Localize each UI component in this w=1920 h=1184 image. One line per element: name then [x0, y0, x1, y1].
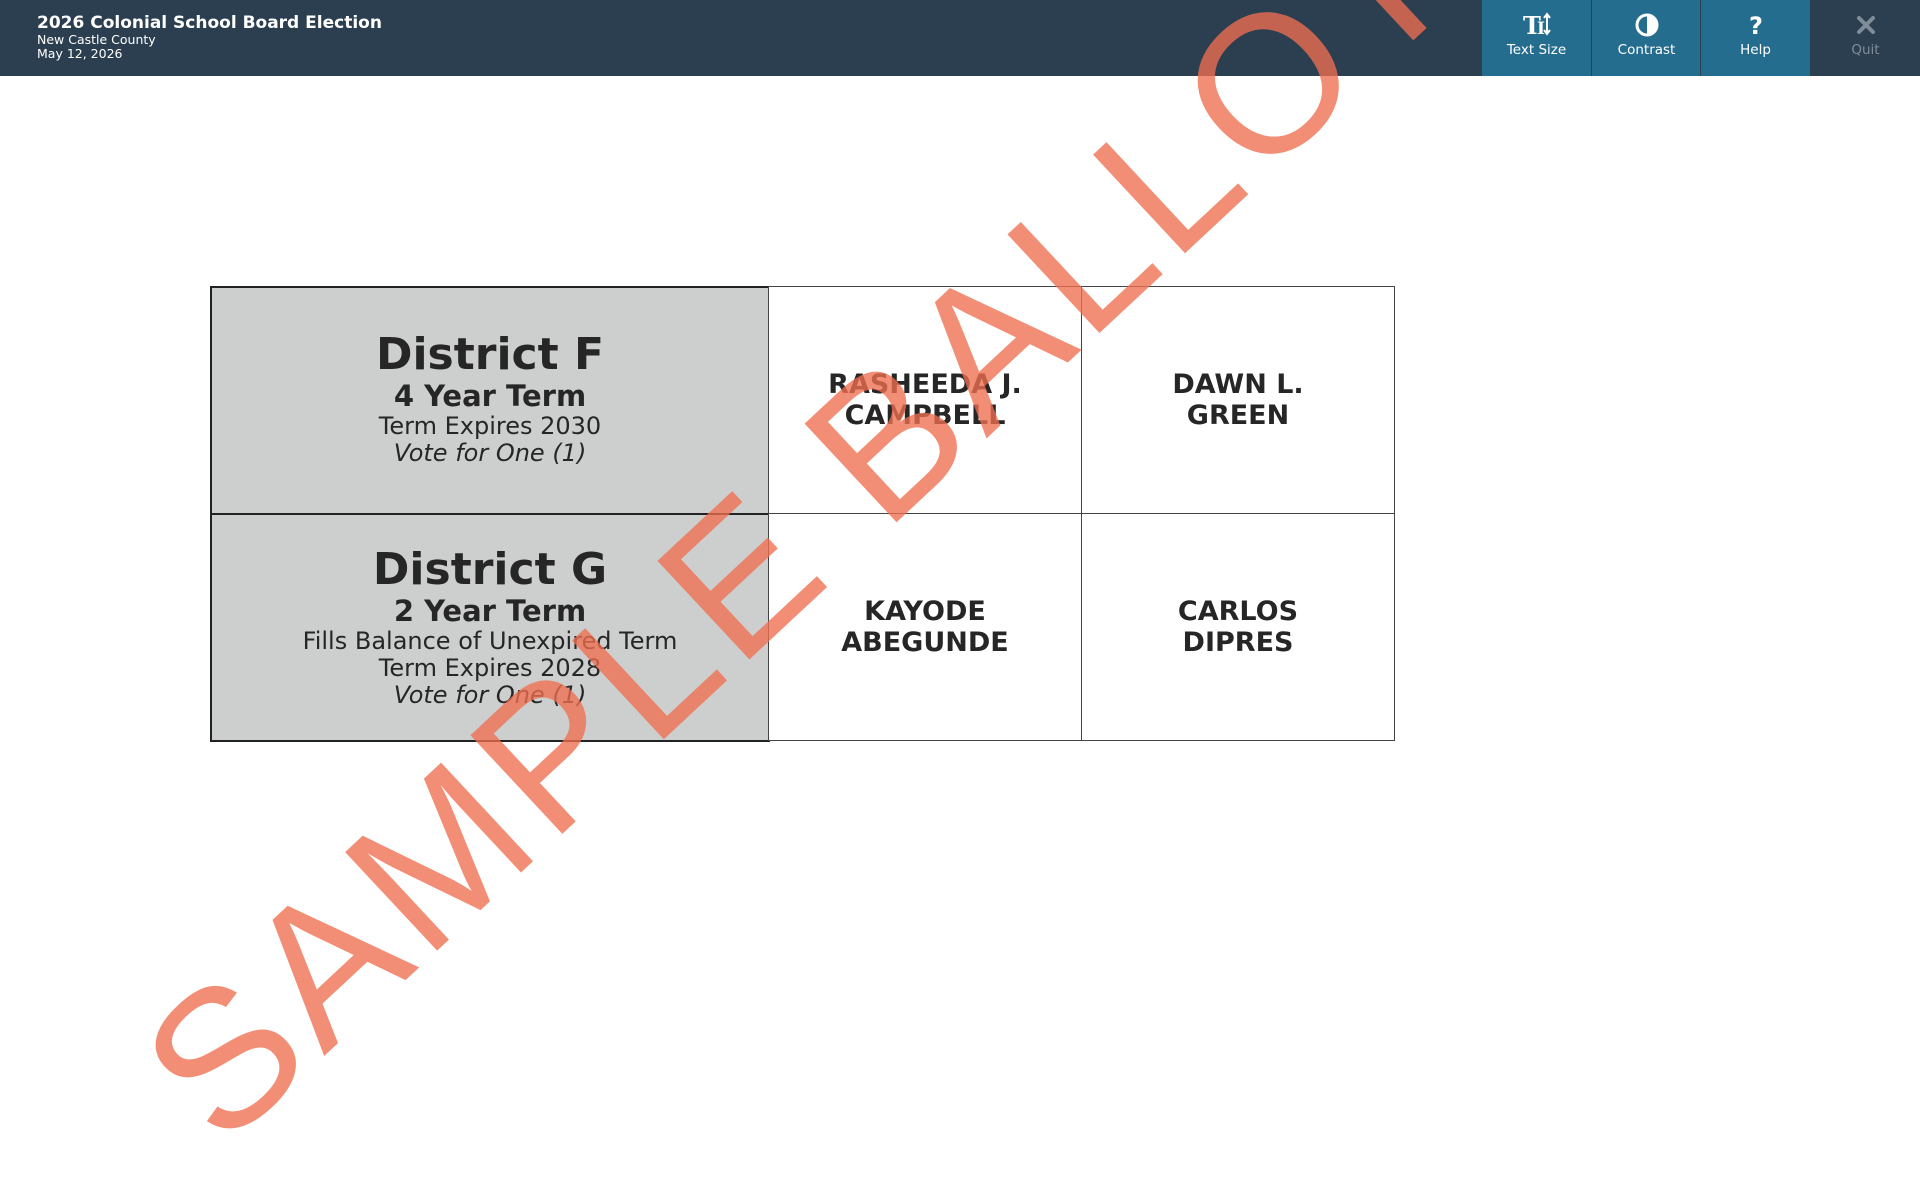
- contest-vote-instruction: Vote for One (1): [393, 681, 587, 709]
- contest-name: District F: [375, 329, 605, 380]
- contest-term: 2 Year Term: [393, 594, 587, 628]
- header-bar: 2026 Colonial School Board Election New …: [0, 0, 1920, 76]
- election-title: 2026 Colonial School Board Election: [37, 13, 382, 33]
- candidate-option[interactable]: DAWN L. GREEN: [1081, 286, 1395, 514]
- text-size-button[interactable]: T I Text Size: [1482, 0, 1591, 76]
- text-size-label: Text Size: [1506, 42, 1567, 58]
- contrast-icon: [1592, 12, 1701, 38]
- contest-term-expires: Term Expires 2030: [378, 412, 602, 440]
- candidate-name: KAYODE ABEGUNDE: [841, 596, 1009, 658]
- contrast-button[interactable]: Contrast: [1592, 0, 1701, 76]
- quit-label: Quit: [1851, 42, 1880, 58]
- ballot-grid: District F 4 Year Term Term Expires 2030…: [210, 286, 1396, 742]
- svg-text:I: I: [1537, 19, 1545, 38]
- candidate-option[interactable]: RASHEEDA J. CAMPBELL: [768, 286, 1082, 514]
- contest-header-district-f: District F 4 Year Term Term Expires 2030…: [210, 286, 770, 515]
- contrast-label: Contrast: [1617, 42, 1676, 58]
- contest-vote-instruction: Vote for One (1): [393, 439, 587, 467]
- election-info: 2026 Colonial School Board Election New …: [37, 13, 382, 61]
- text-size-icon: T I: [1482, 12, 1591, 38]
- candidate-name: CARLOS DIPRES: [1177, 596, 1299, 658]
- quit-button[interactable]: Quit: [1811, 0, 1920, 76]
- contest-term: 4 Year Term: [393, 379, 587, 413]
- candidate-option[interactable]: CARLOS DIPRES: [1081, 513, 1395, 741]
- election-date: May 12, 2026: [37, 46, 123, 61]
- svg-text:?: ?: [1749, 12, 1763, 38]
- election-county: New Castle County: [37, 32, 156, 47]
- candidate-option[interactable]: KAYODE ABEGUNDE: [768, 513, 1082, 741]
- help-button[interactable]: ? Help: [1701, 0, 1810, 76]
- contest-term-expires: Term Expires 2028: [378, 654, 602, 682]
- candidate-name: DAWN L. GREEN: [1172, 369, 1304, 431]
- help-icon: ?: [1701, 12, 1810, 38]
- contest-note: Fills Balance of Unexpired Term: [302, 627, 678, 655]
- help-label: Help: [1740, 42, 1771, 58]
- close-icon: [1811, 12, 1920, 38]
- contest-name: District G: [372, 544, 608, 595]
- candidate-name: RASHEEDA J. CAMPBELL: [828, 369, 1022, 431]
- contest-header-district-g: District G 2 Year Term Fills Balance of …: [210, 513, 770, 742]
